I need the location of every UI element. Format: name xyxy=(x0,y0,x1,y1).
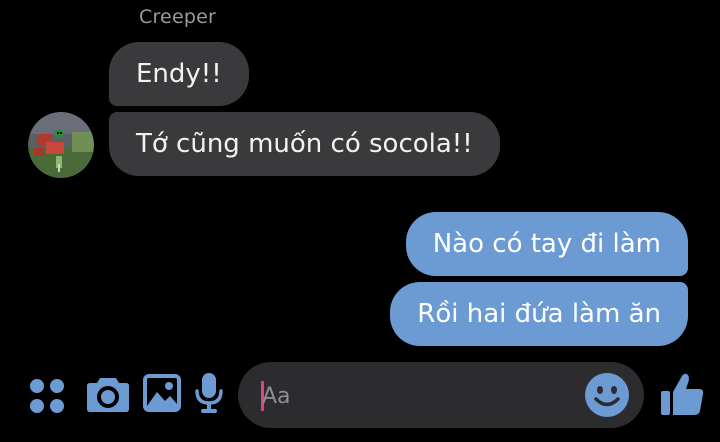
message-bubble-incoming[interactable]: Endy!! xyxy=(109,42,249,106)
message-input[interactable] xyxy=(262,383,562,409)
thumbs-up-icon[interactable] xyxy=(660,371,706,417)
message-composer[interactable] xyxy=(238,362,644,428)
camera-icon[interactable] xyxy=(86,374,130,414)
smiley-icon[interactable] xyxy=(584,372,630,418)
message-bubble-incoming[interactable]: Tớ cũng muốn có socola!! xyxy=(109,112,500,176)
microphone-icon[interactable] xyxy=(194,372,224,414)
image-icon[interactable] xyxy=(142,373,182,413)
sender-name: Creeper xyxy=(139,6,217,28)
message-bubble-outgoing[interactable]: Nào có tay đi làm xyxy=(405,212,688,276)
avatar[interactable] xyxy=(28,112,94,178)
message-bubble-outgoing[interactable]: Rồi hai đứa làm ăn xyxy=(390,282,688,346)
avatar-image xyxy=(28,112,94,178)
four-dots-icon[interactable] xyxy=(28,377,66,415)
